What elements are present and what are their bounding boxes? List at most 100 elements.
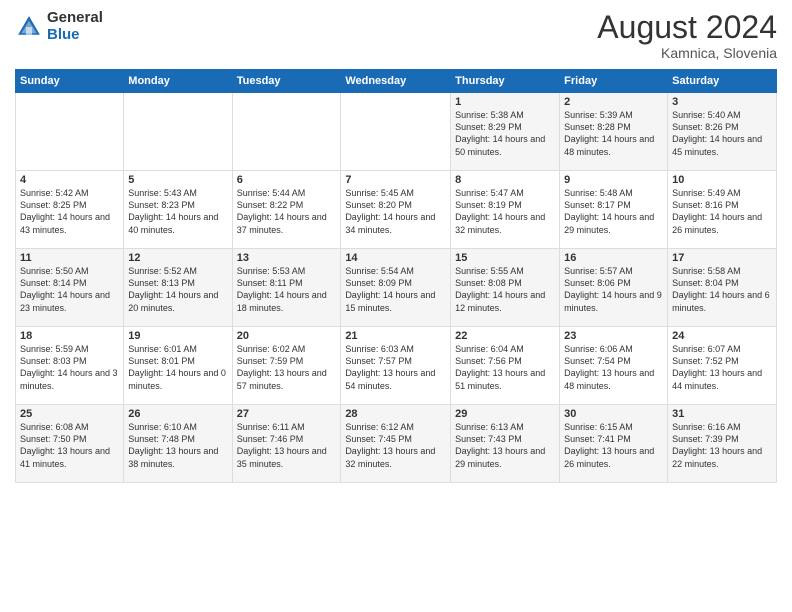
day-number: 6 bbox=[237, 174, 337, 186]
header-thursday: Thursday bbox=[451, 70, 560, 93]
day-number: 15 bbox=[455, 252, 555, 264]
day-number: 19 bbox=[128, 330, 227, 342]
calendar-cell: 19Sunrise: 6:01 AMSunset: 8:01 PMDayligh… bbox=[124, 327, 232, 405]
day-number: 2 bbox=[564, 96, 663, 108]
day-info: Sunrise: 5:52 AMSunset: 8:13 PMDaylight:… bbox=[128, 265, 227, 314]
day-info: Sunrise: 6:06 AMSunset: 7:54 PMDaylight:… bbox=[564, 343, 663, 392]
day-info: Sunrise: 6:01 AMSunset: 8:01 PMDaylight:… bbox=[128, 343, 227, 392]
day-number: 10 bbox=[672, 174, 772, 186]
calendar-week-3: 18Sunrise: 5:59 AMSunset: 8:03 PMDayligh… bbox=[16, 327, 777, 405]
day-number: 4 bbox=[20, 174, 119, 186]
day-info: Sunrise: 6:02 AMSunset: 7:59 PMDaylight:… bbox=[237, 343, 337, 392]
day-info: Sunrise: 6:08 AMSunset: 7:50 PMDaylight:… bbox=[20, 421, 119, 470]
day-number: 20 bbox=[237, 330, 337, 342]
logo-icon bbox=[15, 13, 43, 41]
calendar-cell: 25Sunrise: 6:08 AMSunset: 7:50 PMDayligh… bbox=[16, 405, 124, 483]
calendar-cell: 13Sunrise: 5:53 AMSunset: 8:11 PMDayligh… bbox=[232, 249, 341, 327]
calendar-cell: 26Sunrise: 6:10 AMSunset: 7:48 PMDayligh… bbox=[124, 405, 232, 483]
day-number: 11 bbox=[20, 252, 119, 264]
day-info: Sunrise: 5:43 AMSunset: 8:23 PMDaylight:… bbox=[128, 187, 227, 236]
header-tuesday: Tuesday bbox=[232, 70, 341, 93]
calendar-cell: 21Sunrise: 6:03 AMSunset: 7:57 PMDayligh… bbox=[341, 327, 451, 405]
calendar-cell bbox=[124, 93, 232, 171]
header-sunday: Sunday bbox=[16, 70, 124, 93]
day-number: 28 bbox=[345, 408, 446, 420]
calendar-cell: 17Sunrise: 5:58 AMSunset: 8:04 PMDayligh… bbox=[668, 249, 777, 327]
day-info: Sunrise: 5:44 AMSunset: 8:22 PMDaylight:… bbox=[237, 187, 337, 236]
day-number: 12 bbox=[128, 252, 227, 264]
day-number: 5 bbox=[128, 174, 227, 186]
calendar-cell: 7Sunrise: 5:45 AMSunset: 8:20 PMDaylight… bbox=[341, 171, 451, 249]
header-monday: Monday bbox=[124, 70, 232, 93]
calendar-cell bbox=[16, 93, 124, 171]
calendar-cell: 11Sunrise: 5:50 AMSunset: 8:14 PMDayligh… bbox=[16, 249, 124, 327]
calendar-cell bbox=[232, 93, 341, 171]
day-info: Sunrise: 6:12 AMSunset: 7:45 PMDaylight:… bbox=[345, 421, 446, 470]
day-number: 1 bbox=[455, 96, 555, 108]
calendar-cell: 2Sunrise: 5:39 AMSunset: 8:28 PMDaylight… bbox=[560, 93, 668, 171]
calendar-cell: 10Sunrise: 5:49 AMSunset: 8:16 PMDayligh… bbox=[668, 171, 777, 249]
day-info: Sunrise: 5:48 AMSunset: 8:17 PMDaylight:… bbox=[564, 187, 663, 236]
day-info: Sunrise: 6:13 AMSunset: 7:43 PMDaylight:… bbox=[455, 421, 555, 470]
calendar-week-0: 1Sunrise: 5:38 AMSunset: 8:29 PMDaylight… bbox=[16, 93, 777, 171]
day-info: Sunrise: 6:11 AMSunset: 7:46 PMDaylight:… bbox=[237, 421, 337, 470]
day-info: Sunrise: 5:58 AMSunset: 8:04 PMDaylight:… bbox=[672, 265, 772, 314]
day-info: Sunrise: 5:47 AMSunset: 8:19 PMDaylight:… bbox=[455, 187, 555, 236]
day-info: Sunrise: 5:50 AMSunset: 8:14 PMDaylight:… bbox=[20, 265, 119, 314]
calendar-cell: 12Sunrise: 5:52 AMSunset: 8:13 PMDayligh… bbox=[124, 249, 232, 327]
day-number: 22 bbox=[455, 330, 555, 342]
day-number: 9 bbox=[564, 174, 663, 186]
header-row: Sunday Monday Tuesday Wednesday Thursday… bbox=[16, 70, 777, 93]
day-info: Sunrise: 5:39 AMSunset: 8:28 PMDaylight:… bbox=[564, 109, 663, 158]
day-number: 29 bbox=[455, 408, 555, 420]
calendar-cell: 14Sunrise: 5:54 AMSunset: 8:09 PMDayligh… bbox=[341, 249, 451, 327]
day-info: Sunrise: 5:49 AMSunset: 8:16 PMDaylight:… bbox=[672, 187, 772, 236]
calendar-cell: 8Sunrise: 5:47 AMSunset: 8:19 PMDaylight… bbox=[451, 171, 560, 249]
day-info: Sunrise: 6:10 AMSunset: 7:48 PMDaylight:… bbox=[128, 421, 227, 470]
day-number: 23 bbox=[564, 330, 663, 342]
title-block: August 2024 Kamnica, Slovenia bbox=[597, 10, 777, 61]
day-number: 14 bbox=[345, 252, 446, 264]
day-number: 16 bbox=[564, 252, 663, 264]
calendar-cell: 5Sunrise: 5:43 AMSunset: 8:23 PMDaylight… bbox=[124, 171, 232, 249]
day-number: 3 bbox=[672, 96, 772, 108]
calendar-cell: 24Sunrise: 6:07 AMSunset: 7:52 PMDayligh… bbox=[668, 327, 777, 405]
day-number: 7 bbox=[345, 174, 446, 186]
calendar-cell: 4Sunrise: 5:42 AMSunset: 8:25 PMDaylight… bbox=[16, 171, 124, 249]
page: General Blue August 2024 Kamnica, Sloven… bbox=[0, 0, 792, 612]
calendar-cell: 20Sunrise: 6:02 AMSunset: 7:59 PMDayligh… bbox=[232, 327, 341, 405]
day-number: 27 bbox=[237, 408, 337, 420]
day-number: 25 bbox=[20, 408, 119, 420]
header: General Blue August 2024 Kamnica, Sloven… bbox=[15, 10, 777, 61]
header-saturday: Saturday bbox=[668, 70, 777, 93]
calendar-cell bbox=[341, 93, 451, 171]
day-info: Sunrise: 5:40 AMSunset: 8:26 PMDaylight:… bbox=[672, 109, 772, 158]
day-number: 17 bbox=[672, 252, 772, 264]
day-number: 8 bbox=[455, 174, 555, 186]
day-number: 26 bbox=[128, 408, 227, 420]
day-info: Sunrise: 6:07 AMSunset: 7:52 PMDaylight:… bbox=[672, 343, 772, 392]
day-info: Sunrise: 6:03 AMSunset: 7:57 PMDaylight:… bbox=[345, 343, 446, 392]
calendar-cell: 22Sunrise: 6:04 AMSunset: 7:56 PMDayligh… bbox=[451, 327, 560, 405]
calendar-table: Sunday Monday Tuesday Wednesday Thursday… bbox=[15, 69, 777, 483]
calendar-cell: 30Sunrise: 6:15 AMSunset: 7:41 PMDayligh… bbox=[560, 405, 668, 483]
day-number: 21 bbox=[345, 330, 446, 342]
day-info: Sunrise: 5:53 AMSunset: 8:11 PMDaylight:… bbox=[237, 265, 337, 314]
day-info: Sunrise: 5:57 AMSunset: 8:06 PMDaylight:… bbox=[564, 265, 663, 314]
location: Kamnica, Slovenia bbox=[597, 45, 777, 61]
logo-blue-text: Blue bbox=[47, 27, 103, 44]
calendar-cell: 28Sunrise: 6:12 AMSunset: 7:45 PMDayligh… bbox=[341, 405, 451, 483]
day-info: Sunrise: 6:04 AMSunset: 7:56 PMDaylight:… bbox=[455, 343, 555, 392]
month-year: August 2024 bbox=[597, 10, 777, 45]
day-info: Sunrise: 6:15 AMSunset: 7:41 PMDaylight:… bbox=[564, 421, 663, 470]
header-friday: Friday bbox=[560, 70, 668, 93]
calendar-cell: 23Sunrise: 6:06 AMSunset: 7:54 PMDayligh… bbox=[560, 327, 668, 405]
day-number: 24 bbox=[672, 330, 772, 342]
calendar-cell: 1Sunrise: 5:38 AMSunset: 8:29 PMDaylight… bbox=[451, 93, 560, 171]
logo-general-text: General bbox=[47, 10, 103, 27]
day-number: 31 bbox=[672, 408, 772, 420]
day-info: Sunrise: 5:45 AMSunset: 8:20 PMDaylight:… bbox=[345, 187, 446, 236]
day-number: 18 bbox=[20, 330, 119, 342]
calendar-body: 1Sunrise: 5:38 AMSunset: 8:29 PMDaylight… bbox=[16, 93, 777, 483]
calendar-week-2: 11Sunrise: 5:50 AMSunset: 8:14 PMDayligh… bbox=[16, 249, 777, 327]
